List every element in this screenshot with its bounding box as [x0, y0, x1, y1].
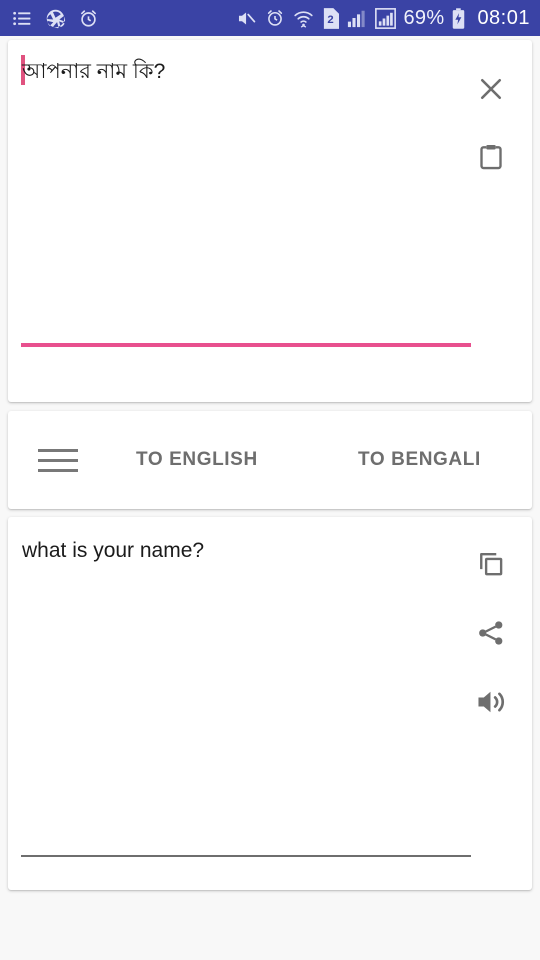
share-icon — [479, 621, 503, 645]
status-bar-right-icons: 2 69% 08:01 — [236, 7, 531, 29]
mute-icon — [238, 12, 255, 24]
clipboard-paste-icon — [480, 145, 502, 170]
copy-icon — [480, 552, 503, 576]
paste-button[interactable] — [468, 134, 514, 180]
close-icon — [480, 78, 502, 100]
battery-percent: 69% — [403, 7, 445, 29]
clear-text-button[interactable] — [468, 66, 514, 112]
sim-number: 2 — [327, 14, 333, 26]
sim-2-icon: 2 — [323, 7, 339, 29]
translation-output-card — [8, 517, 532, 890]
hamburger-icon-bar — [38, 448, 78, 452]
signal-bars-icon — [347, 10, 365, 28]
status-bar-left-icons — [12, 8, 99, 29]
source-field-underline — [21, 343, 471, 347]
listen-button[interactable] — [468, 679, 514, 725]
translate-toolbar-card: TO ENGLISH TO BENGALI — [8, 411, 532, 509]
hamburger-icon-bar — [38, 458, 78, 462]
battery-charging-icon — [453, 7, 465, 29]
wifi-icon — [293, 10, 313, 28]
to-bengali-button[interactable]: TO BENGALI — [358, 449, 481, 471]
signal-bars-boxed-icon — [374, 7, 396, 29]
hamburger-icon-bar — [38, 468, 78, 472]
share-button[interactable] — [468, 610, 514, 656]
alarm-clock-icon — [81, 9, 96, 27]
translated-text[interactable]: what is your name? — [22, 537, 452, 565]
speaker-icon — [478, 691, 504, 713]
source-text-card — [8, 40, 532, 402]
source-card-actions — [468, 66, 514, 180]
output-card-actions — [468, 541, 514, 725]
source-text[interactable]: আপনার নাম কি? — [22, 58, 442, 86]
copy-button[interactable] — [468, 541, 514, 587]
hamburger-menu-button[interactable] — [38, 444, 78, 476]
list-icon — [13, 11, 31, 25]
status-bar: 2 69% 08:01 — [0, 0, 540, 36]
status-bar-clock: 08:01 — [477, 7, 530, 29]
alarm-clock-icon — [267, 10, 282, 26]
to-english-button[interactable]: TO ENGLISH — [136, 449, 258, 471]
output-field-underline — [21, 855, 471, 857]
camera-aperture-icon — [46, 9, 66, 28]
